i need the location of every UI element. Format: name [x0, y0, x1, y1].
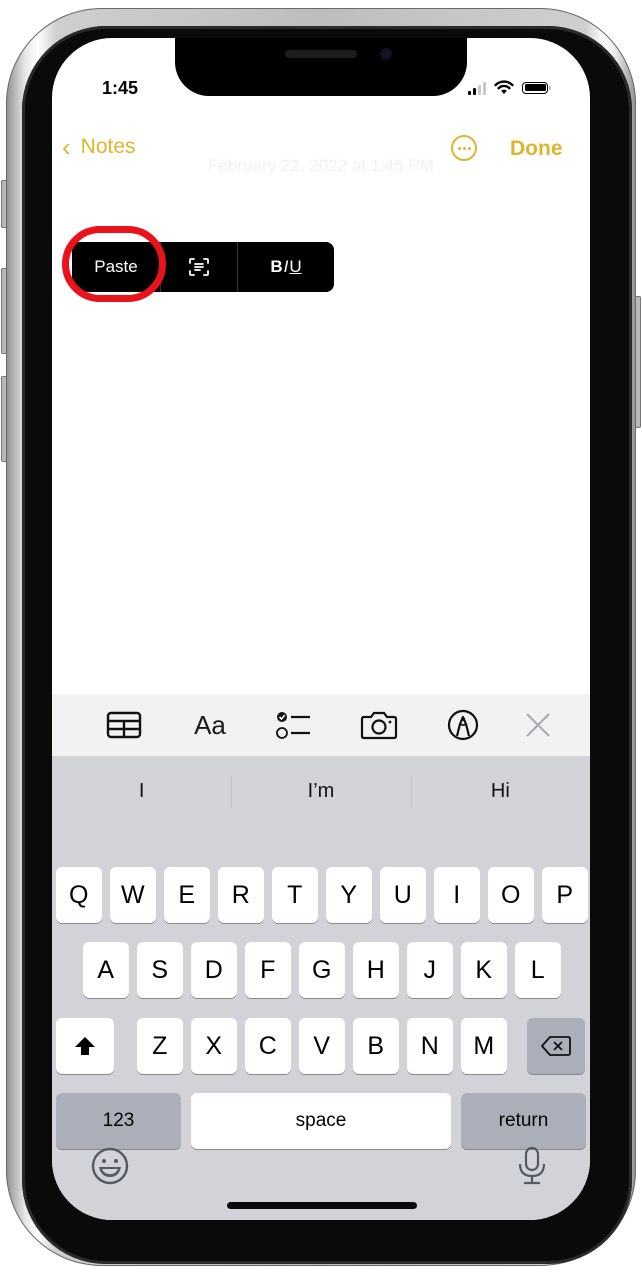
- text-style-button[interactable]: BIU: [237, 242, 334, 292]
- key-a[interactable]: A: [83, 942, 129, 998]
- key-u[interactable]: U: [380, 867, 426, 923]
- key-d[interactable]: D: [191, 942, 237, 998]
- key-y[interactable]: Y: [326, 867, 372, 923]
- key-o[interactable]: O: [488, 867, 534, 923]
- key-b[interactable]: B: [353, 1018, 399, 1074]
- underline-label: U: [289, 257, 302, 276]
- key-n[interactable]: N: [407, 1018, 453, 1074]
- shift-key[interactable]: [56, 1018, 114, 1074]
- key-e[interactable]: E: [164, 867, 210, 923]
- cellular-signal-icon: [468, 81, 486, 95]
- keyboard-bottom-bar: [52, 1136, 590, 1196]
- earpiece-speaker: [285, 50, 357, 58]
- notes-toolbar: Aa: [52, 694, 590, 756]
- key-m[interactable]: M: [461, 1018, 507, 1074]
- scan-text-button[interactable]: [160, 242, 237, 292]
- keyboard: I I’m Hi QWERTYUIOPASDFGHJKLZXCVBNM 123 …: [52, 756, 590, 1220]
- emoji-button[interactable]: [88, 1144, 132, 1188]
- battery-icon: [522, 81, 551, 94]
- microphone-icon: [518, 1146, 546, 1185]
- shift-icon: [75, 1037, 95, 1055]
- key-w[interactable]: W: [110, 867, 156, 923]
- key-z[interactable]: Z: [137, 1018, 183, 1074]
- checklist-button[interactable]: [269, 694, 319, 756]
- text-format-button[interactable]: Aa: [185, 694, 235, 756]
- key-s[interactable]: S: [137, 942, 183, 998]
- checklist-icon: [276, 712, 310, 739]
- key-v[interactable]: V: [299, 1018, 345, 1074]
- key-r[interactable]: R: [218, 867, 264, 923]
- bold-label: B: [270, 257, 283, 276]
- delete-key[interactable]: [527, 1018, 585, 1074]
- key-t[interactable]: T: [272, 867, 318, 923]
- key-q[interactable]: Q: [56, 867, 102, 923]
- predictive-suggestions: I I’m Hi: [52, 756, 590, 826]
- scan-text-icon: [189, 258, 209, 276]
- note-date: February 22, 2022 at 1:45 PM: [208, 156, 434, 175]
- wifi-icon: [494, 80, 514, 94]
- table-icon: [106, 711, 142, 739]
- key-j[interactable]: J: [407, 942, 453, 998]
- backspace-icon: [541, 1036, 571, 1056]
- dictation-button[interactable]: [510, 1142, 554, 1190]
- close-keyboard-button[interactable]: [513, 694, 563, 756]
- notch: [175, 38, 467, 96]
- edit-context-menu: Paste BIU: [72, 242, 334, 292]
- suggestion-1[interactable]: I: [52, 756, 231, 826]
- home-indicator: [227, 1202, 417, 1209]
- key-h[interactable]: H: [353, 942, 399, 998]
- key-i[interactable]: I: [434, 867, 480, 923]
- status-time: 1:45: [102, 78, 139, 98]
- italic-label: I: [283, 257, 289, 276]
- key-f[interactable]: F: [245, 942, 291, 998]
- close-icon: [526, 713, 550, 737]
- table-button[interactable]: [99, 694, 149, 756]
- status-icons: [468, 80, 551, 95]
- camera-icon: [360, 711, 398, 740]
- screen: 1:45 ‹ Notes Done February 22, 2022 at 1…: [52, 38, 590, 1220]
- key-g[interactable]: G: [299, 942, 345, 998]
- markup-button[interactable]: [438, 694, 488, 756]
- markup-pen-icon: [447, 709, 479, 741]
- suggestion-3[interactable]: Hi: [410, 756, 590, 826]
- emoji-icon: [91, 1147, 129, 1185]
- paste-button[interactable]: Paste: [72, 242, 160, 292]
- key-l[interactable]: L: [515, 942, 561, 998]
- key-k[interactable]: K: [461, 942, 507, 998]
- key-p[interactable]: P: [542, 867, 588, 923]
- camera-button[interactable]: [354, 694, 404, 756]
- front-camera: [380, 48, 392, 60]
- key-c[interactable]: C: [245, 1018, 291, 1074]
- suggestion-2[interactable]: I’m: [231, 756, 410, 826]
- key-x[interactable]: X: [191, 1018, 237, 1074]
